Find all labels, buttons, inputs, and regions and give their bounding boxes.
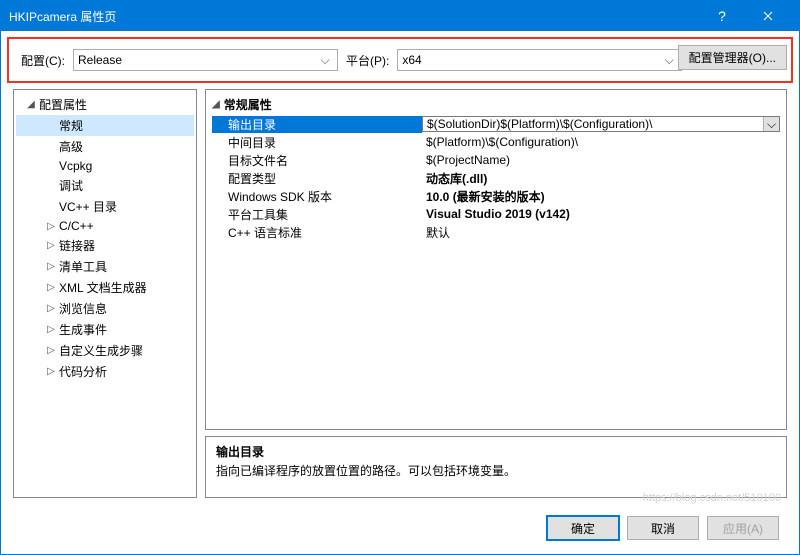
prop-row-config-type[interactable]: 配置类型动态库(.dll) xyxy=(212,169,780,187)
tree-item-debug[interactable]: 调试 xyxy=(16,175,194,196)
expander-icon: ▷ xyxy=(46,366,56,377)
prop-row-sdk-version[interactable]: Windows SDK 版本10.0 (最新安装的版本) xyxy=(212,187,780,205)
description-title: 输出目录 xyxy=(216,443,776,460)
titlebar: HKIPcamera 属性页 ? xyxy=(1,1,799,31)
tree-item-custombuild[interactable]: ▷自定义生成步骤 xyxy=(16,340,194,361)
platform-combo[interactable]: x64 ⌵ xyxy=(397,49,682,71)
expander-icon: ▷ xyxy=(46,345,56,356)
expander-icon: ▷ xyxy=(46,240,56,251)
config-label: 配置(C): xyxy=(21,52,65,69)
tree-root[interactable]: ◢ 配置属性 xyxy=(16,94,194,115)
prop-row-output-dir[interactable]: 输出目录 $(SolutionDir)$(Platform)\$(Configu… xyxy=(212,115,780,133)
expander-icon: ▷ xyxy=(46,261,56,272)
tree-item-manifest[interactable]: ▷清单工具 xyxy=(16,256,194,277)
close-icon xyxy=(763,11,773,21)
cancel-button[interactable]: 取消 xyxy=(627,516,699,540)
prop-row-cpp-standard[interactable]: C++ 语言标准默认 xyxy=(212,223,780,241)
expander-icon: ▷ xyxy=(46,282,56,293)
tree-item-codeanalysis[interactable]: ▷代码分析 xyxy=(16,361,194,382)
tree-item-browseinfo[interactable]: ▷浏览信息 xyxy=(16,298,194,319)
property-group-header[interactable]: ◢ 常规属性 xyxy=(212,94,780,115)
main-area: ◢ 配置属性 常规 高级 Vcpkg 调试 VC++ 目录 ▷C/C++ ▷链接… xyxy=(1,89,799,506)
description-panel: 输出目录 指向已编译程序的放置位置的路径。可以包括环境变量。 xyxy=(205,436,787,498)
tree-root-label: 配置属性 xyxy=(39,96,87,113)
help-button[interactable]: ? xyxy=(699,1,745,31)
tree-item-vcdirs[interactable]: VC++ 目录 xyxy=(16,196,194,217)
prop-row-intermediate-dir[interactable]: 中间目录$(Platform)\$(Configuration)\ xyxy=(212,133,780,151)
tree-item-xmldoc[interactable]: ▷XML 文档生成器 xyxy=(16,277,194,298)
right-pane: ◢ 常规属性 输出目录 $(SolutionDir)$(Platform)\$(… xyxy=(205,89,787,498)
dropdown-button[interactable]: ⌵ xyxy=(763,117,779,131)
platform-value: x64 xyxy=(402,53,661,67)
property-pages-window: HKIPcamera 属性页 ? 配置(C): Release ⌵ 平台(P):… xyxy=(0,0,800,555)
tree-item-general[interactable]: 常规 xyxy=(16,115,194,136)
expander-icon: ▷ xyxy=(46,303,56,314)
tree-item-ccpp[interactable]: ▷C/C++ xyxy=(16,217,194,235)
window-title: HKIPcamera 属性页 xyxy=(9,8,699,25)
tree-item-buildevents[interactable]: ▷生成事件 xyxy=(16,319,194,340)
nav-tree[interactable]: ◢ 配置属性 常规 高级 Vcpkg 调试 VC++ 目录 ▷C/C++ ▷链接… xyxy=(13,89,197,498)
config-value: Release xyxy=(78,53,317,67)
prop-row-toolset[interactable]: 平台工具集Visual Studio 2019 (v142) xyxy=(212,205,780,223)
ok-button[interactable]: 确定 xyxy=(547,516,619,540)
config-manager-button[interactable]: 配置管理器(O)... xyxy=(678,45,787,70)
expander-icon: ◢ xyxy=(26,99,36,110)
platform-label: 平台(P): xyxy=(346,52,389,69)
expander-icon: ▷ xyxy=(46,324,56,335)
chevron-down-icon: ⌵ xyxy=(317,53,333,68)
expander-icon: ◢ xyxy=(212,99,220,110)
tree-item-vcpkg[interactable]: Vcpkg xyxy=(16,157,194,175)
tree-item-advanced[interactable]: 高级 xyxy=(16,136,194,157)
apply-button[interactable]: 应用(A) xyxy=(707,516,779,540)
property-grid[interactable]: ◢ 常规属性 输出目录 $(SolutionDir)$(Platform)\$(… xyxy=(205,89,787,430)
prop-row-target-name[interactable]: 目标文件名$(ProjectName) xyxy=(212,151,780,169)
tree-item-linker[interactable]: ▷链接器 xyxy=(16,235,194,256)
close-button[interactable] xyxy=(745,1,791,31)
config-toolbar: 配置(C): Release ⌵ 平台(P): x64 ⌵ xyxy=(7,37,793,83)
dialog-footer: 确定 取消 应用(A) https://blog.csdn.net/510100 xyxy=(1,506,799,554)
config-combo[interactable]: Release ⌵ xyxy=(73,49,338,71)
description-body: 指向已编译程序的放置位置的路径。可以包括环境变量。 xyxy=(216,462,776,479)
chevron-down-icon: ⌵ xyxy=(767,117,776,132)
expander-icon: ▷ xyxy=(46,221,56,232)
chevron-down-icon: ⌵ xyxy=(661,53,677,68)
prop-name: 输出目录 xyxy=(212,116,422,133)
prop-value[interactable]: $(SolutionDir)$(Platform)\$(Configuratio… xyxy=(422,116,780,132)
